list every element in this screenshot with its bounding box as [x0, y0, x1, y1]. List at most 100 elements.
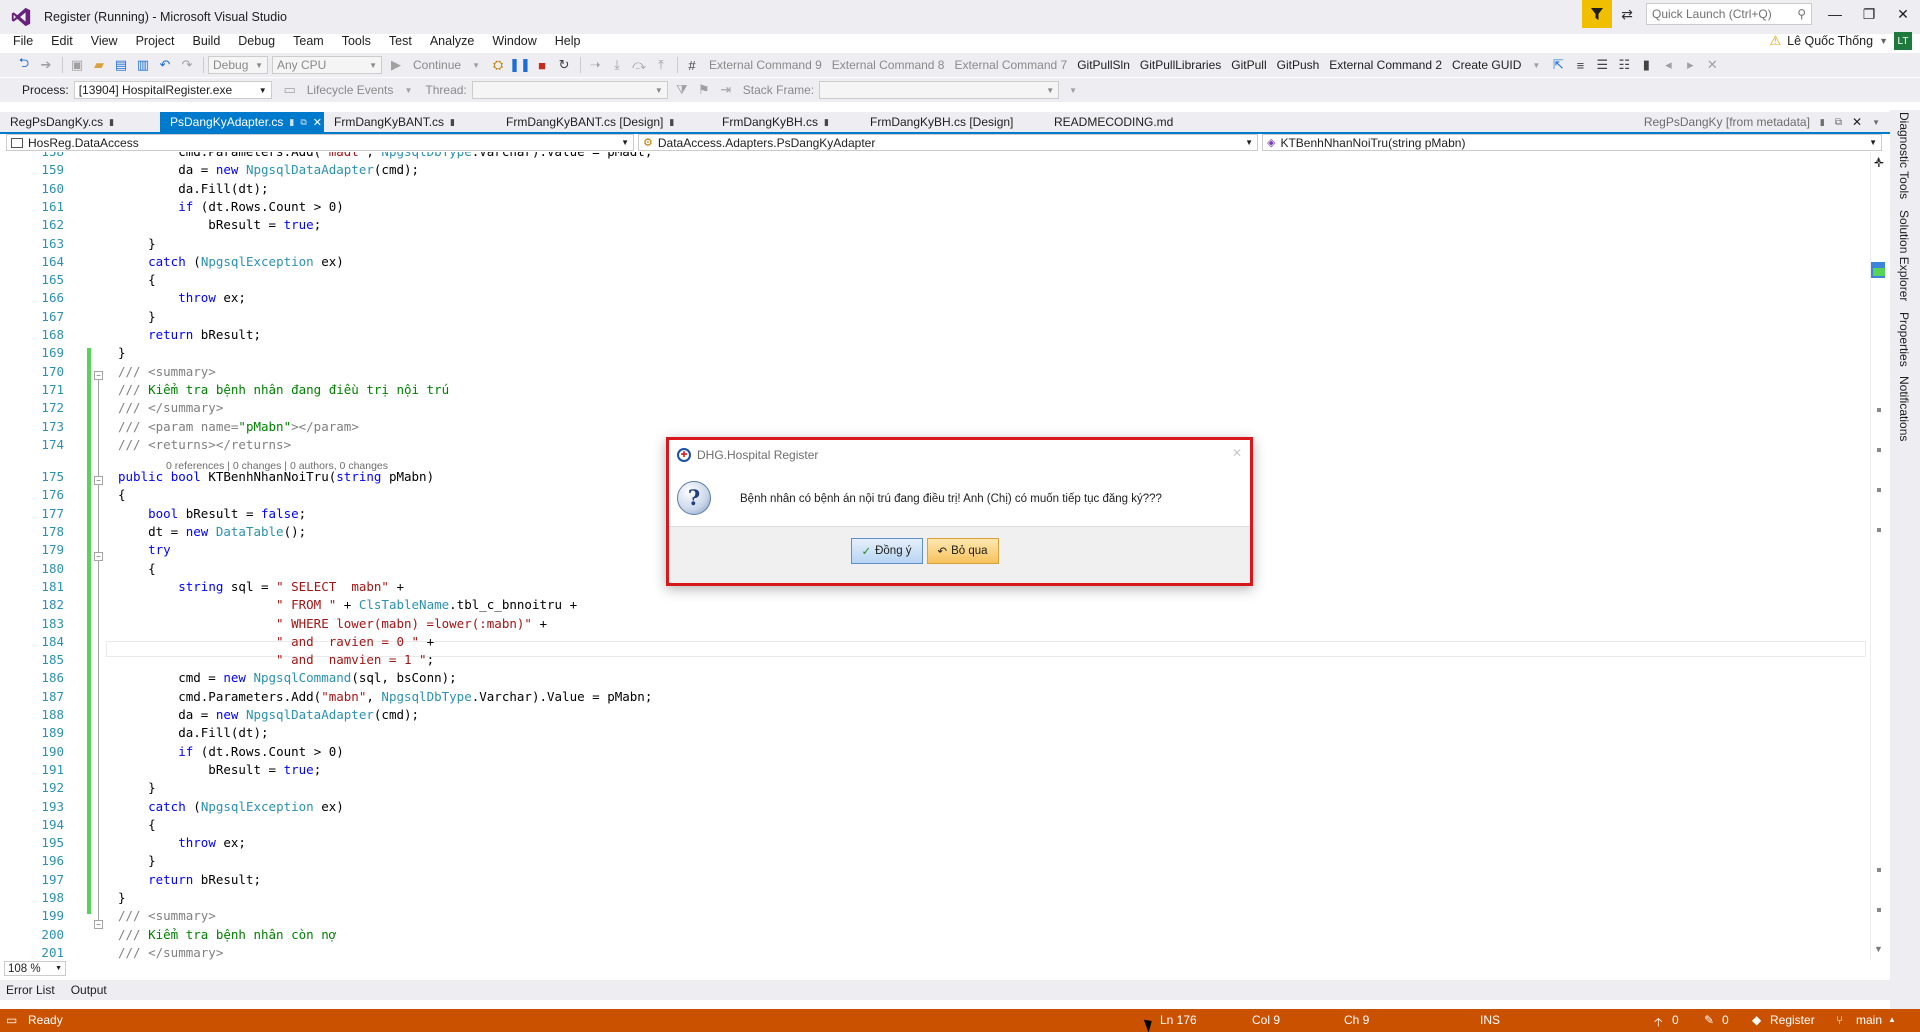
continue-button[interactable]: Continue: [408, 58, 466, 72]
menu-team[interactable]: Team: [284, 34, 333, 48]
uncomment-icon[interactable]: ☷: [1614, 55, 1634, 75]
menu-file[interactable]: File: [4, 34, 42, 48]
bookmark-icon[interactable]: ▮: [1636, 55, 1656, 75]
menu-window[interactable]: Window: [483, 34, 545, 48]
chevron-down-icon[interactable]: ▼: [1063, 80, 1083, 100]
save-all-icon[interactable]: ▥: [133, 55, 153, 75]
git-branch-icon[interactable]: ⑂: [1836, 1013, 1843, 1027]
stop-icon[interactable]: ■: [532, 55, 552, 75]
promote-icon[interactable]: ⧉: [1835, 117, 1842, 128]
side-tab-notifications[interactable]: Notifications: [1897, 376, 1911, 441]
quick-launch-input[interactable]: Quick Launch (Ctrl+Q) ⚲: [1646, 3, 1812, 25]
unpushed-commits-count[interactable]: 0: [1672, 1013, 1679, 1027]
clear-bookmarks-icon[interactable]: ✕: [1702, 55, 1722, 75]
tab-frmdangkybh[interactable]: FrmDangKyBH.cs ▮: [704, 112, 856, 132]
git-push-button[interactable]: GitPush: [1272, 58, 1325, 72]
pin-icon[interactable]: ▮: [824, 117, 829, 128]
flag-threads-icon[interactable]: ⚑: [694, 80, 714, 100]
split-icon[interactable]: ✛: [1874, 156, 1884, 170]
expand-callstack-icon[interactable]: ⇥: [716, 80, 736, 100]
project-select[interactable]: HosReg.DataAccess ▼: [6, 134, 634, 151]
next-bookmark-icon[interactable]: ▸: [1680, 55, 1700, 75]
select-item-icon[interactable]: ⇱: [1548, 55, 1568, 75]
tab-list-chevron-icon[interactable]: ▼: [1872, 118, 1880, 127]
open-file-icon[interactable]: ▰: [89, 55, 109, 75]
menu-view[interactable]: View: [82, 34, 127, 48]
pending-changes-count[interactable]: 0: [1722, 1013, 1729, 1027]
tab-metadata-preview[interactable]: RegPsDangKy [from metadata]: [1644, 115, 1810, 129]
agree-button[interactable]: ✓ Đồng ý: [850, 538, 923, 564]
tab-frmdangkybant-design[interactable]: FrmDangKyBANT.cs [Design] ▮: [488, 112, 704, 132]
external-command-9-button[interactable]: External Command 9: [704, 58, 827, 72]
step-out-icon[interactable]: ⤒: [651, 55, 671, 75]
pin-icon[interactable]: ▮: [450, 117, 455, 128]
menu-edit[interactable]: Edit: [42, 34, 82, 48]
menu-test[interactable]: Test: [380, 34, 421, 48]
chevron-up-icon[interactable]: ▲: [1888, 1015, 1896, 1024]
tab-frmdangkybant[interactable]: FrmDangKyBANT.cs ▮: [324, 112, 488, 132]
show-next-statement-icon[interactable]: ➝: [585, 55, 605, 75]
chevron-down-icon[interactable]: ▼: [1526, 55, 1546, 75]
restart-icon[interactable]: ↻: [554, 55, 574, 75]
vertical-scrollbar[interactable]: ▲ ✛ ▼: [1870, 152, 1887, 960]
filter-icon[interactable]: [1582, 0, 1612, 28]
skip-button[interactable]: ↶ Bỏ qua: [926, 538, 999, 564]
pin-icon[interactable]: ▮: [669, 117, 674, 128]
lifecycle-events-icon[interactable]: ▭: [280, 80, 300, 100]
dialog-close-button[interactable]: ✕: [1232, 446, 1242, 460]
pin-icon[interactable]: ▮: [109, 117, 114, 128]
class-select[interactable]: ⚙ DataAccess.Adapters.PsDangKyAdapter ▼: [638, 134, 1258, 151]
zoom-select[interactable]: 108 % ▼: [4, 961, 66, 976]
back-icon[interactable]: ⮌: [14, 55, 34, 75]
create-guid-button[interactable]: Create GUID: [1447, 58, 1526, 72]
tab-psdangkyadapter[interactable]: PsDangKyAdapter.cs ▮ ⧉ ✕: [160, 112, 324, 132]
tab-output[interactable]: Output: [71, 983, 107, 997]
stack-frame-select[interactable]: ▼: [819, 81, 1060, 99]
git-pull-libraries-button[interactable]: GitPullLibraries: [1135, 58, 1226, 72]
hex-display-icon[interactable]: #: [682, 55, 702, 75]
side-tab-solution-explorer[interactable]: Solution Explorer: [1897, 210, 1911, 301]
redo-icon[interactable]: ↷: [177, 55, 197, 75]
pause-icon[interactable]: ❚❚: [509, 55, 531, 75]
tab-regpsdangky[interactable]: RegPsDangKy.cs ▮: [0, 112, 160, 132]
member-select[interactable]: ◈ KTBenhNhanNoiTru(string pMabn) ▼: [1262, 134, 1882, 151]
save-icon[interactable]: ▤: [111, 55, 131, 75]
menu-help[interactable]: Help: [546, 34, 590, 48]
step-into-icon[interactable]: ⤓: [607, 55, 627, 75]
git-pull-sln-button[interactable]: GitPullSln: [1072, 58, 1135, 72]
close-tab-icon[interactable]: ✕: [313, 116, 322, 129]
pencil-icon[interactable]: ✎: [1704, 1013, 1714, 1027]
new-project-icon[interactable]: ▣: [67, 55, 87, 75]
play-icon[interactable]: ▶: [386, 55, 406, 75]
external-command-2-button[interactable]: External Command 2: [1324, 58, 1447, 72]
forward-icon[interactable]: ➔: [36, 55, 56, 75]
side-tab-diagnostic-tools[interactable]: Diagnostic Tools: [1897, 112, 1911, 199]
side-tab-properties[interactable]: Properties: [1897, 312, 1911, 367]
git-repo-name[interactable]: Register: [1770, 1013, 1815, 1027]
chevron-down-icon[interactable]: ▼: [466, 55, 486, 75]
chevron-down-icon[interactable]: ▼: [398, 80, 418, 100]
menu-project[interactable]: Project: [127, 34, 184, 48]
thread-select[interactable]: ▼: [471, 81, 668, 99]
close-button[interactable]: ✕: [1886, 0, 1920, 28]
arrow-up-icon[interactable]: 🡡: [1654, 1013, 1663, 1032]
tab-error-list[interactable]: Error List: [6, 983, 55, 997]
indent-icon[interactable]: ≡: [1570, 55, 1590, 75]
menu-tools[interactable]: Tools: [333, 34, 380, 48]
comment-icon[interactable]: ☰: [1592, 55, 1612, 75]
platform-select[interactable]: Any CPU ▼: [272, 56, 382, 74]
minimize-button[interactable]: —: [1818, 0, 1852, 28]
menu-debug[interactable]: Debug: [229, 34, 284, 48]
preview-icon[interactable]: ⧉: [300, 117, 306, 128]
prev-bookmark-icon[interactable]: ◂: [1658, 55, 1678, 75]
tab-readmecoding[interactable]: READMECODING.md: [1040, 112, 1190, 132]
pin-icon[interactable]: ▮: [1820, 117, 1825, 128]
filter-threads-icon[interactable]: ⧩: [672, 80, 692, 100]
configuration-select[interactable]: Debug ▼: [208, 56, 268, 74]
lifecycle-events-button[interactable]: Lifecycle Events: [302, 83, 399, 97]
attach-icon[interactable]: ⛭: [488, 55, 508, 75]
restore-button[interactable]: ❐: [1852, 0, 1886, 28]
git-pull-button[interactable]: GitPull: [1226, 58, 1271, 72]
pin-icon[interactable]: ▮: [289, 117, 294, 128]
menu-build[interactable]: Build: [183, 34, 229, 48]
